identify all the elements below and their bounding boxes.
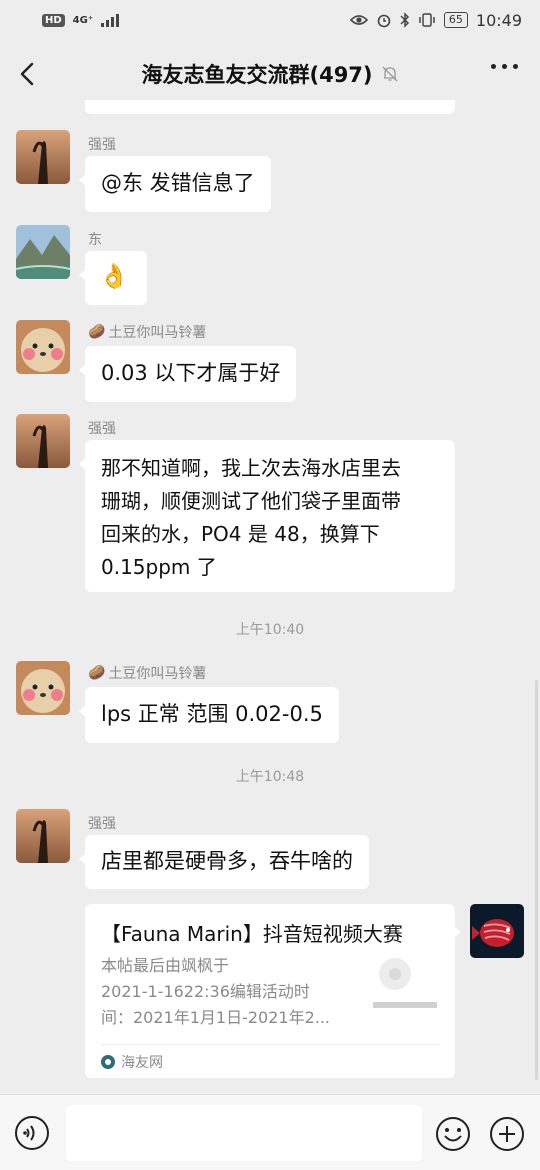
mute-bell-icon bbox=[382, 66, 397, 82]
battery-indicator: 65 bbox=[443, 12, 468, 28]
timestamp: 上午10:48 bbox=[235, 769, 305, 785]
plus-icon[interactable] bbox=[488, 1115, 526, 1153]
scrollbar[interactable] bbox=[535, 680, 538, 1080]
avatar-qiangqiang[interactable] bbox=[16, 809, 70, 863]
message-bubble[interactable]: 那不知道啊，我上次去海水店里去 珊瑚，顺便测试了他们袋子里面带 回来的水，PO4… bbox=[79, 440, 455, 592]
clock: 10:49 bbox=[475, 10, 522, 30]
status-bar: HD 4G⁺ 65 10:49 bbox=[0, 0, 540, 40]
status-right: 65 10:49 bbox=[349, 10, 522, 30]
source-logo-icon bbox=[101, 1055, 115, 1069]
avatar-qiangqiang[interactable] bbox=[16, 130, 70, 184]
card-desc-line: 间：2021年1月1日-2021年2... bbox=[101, 1008, 331, 1027]
card-title: 【Fauna Marin】抖音短视频大赛 bbox=[101, 922, 403, 946]
avatar-qiangqiang[interactable] bbox=[16, 414, 70, 468]
previous-message-tail bbox=[85, 100, 455, 114]
card-desc-line: 本帖最后由飒枫于 bbox=[101, 956, 230, 975]
message-bubble[interactable]: @东 发错信息了 bbox=[79, 156, 271, 212]
bluetooth-icon bbox=[400, 12, 409, 28]
source-name: 海友网 bbox=[121, 1055, 163, 1071]
message-bubble[interactable]: lps 正常 范围 0.02-0.5 bbox=[79, 687, 339, 743]
signal-icon bbox=[101, 13, 120, 27]
card-desc-line: 2021-1-1622:36编辑活动时 bbox=[101, 982, 310, 1001]
chat-header: 海友志鱼友交流群(497) bbox=[0, 40, 540, 108]
message-bubble[interactable]: 0.03 以下才属于好 bbox=[78, 346, 297, 402]
link-card[interactable]: 【Fauna Marin】抖音短视频大赛 本帖最后由飒枫于 2021-1-162… bbox=[85, 904, 461, 1078]
message-line: 珊瑚，顺便测试了他们袋子里面带 bbox=[101, 489, 401, 513]
message-line: 0.15ppm 了 bbox=[101, 555, 217, 579]
message-line: 回来的水，PO4 是 48，换算下 bbox=[101, 522, 380, 546]
input-bar bbox=[0, 1094, 540, 1170]
potato-icon: 🥔 bbox=[88, 324, 106, 340]
sender-name: 东 bbox=[88, 232, 102, 248]
sender-name: 🥔 土豆你叫马铃薯 bbox=[88, 322, 206, 342]
avatar-dong[interactable] bbox=[16, 225, 70, 279]
voice-icon[interactable] bbox=[14, 1115, 50, 1151]
hd-badge: HD bbox=[42, 13, 65, 27]
avatar-self[interactable] bbox=[470, 904, 524, 958]
avatar-tudou[interactable] bbox=[16, 661, 70, 715]
card-divider bbox=[101, 1044, 439, 1045]
card-description: 本帖最后由飒枫于 2021-1-1622:36编辑活动时 间：2021年1月1日… bbox=[101, 953, 351, 1031]
card-thumbnail bbox=[373, 952, 437, 1016]
card-source: 海友网 bbox=[101, 1052, 163, 1072]
title-wrap[interactable]: 海友志鱼友交流群(497) bbox=[141, 59, 398, 89]
back-chevron-icon[interactable] bbox=[14, 58, 42, 90]
potato-icon: 🥔 bbox=[88, 665, 106, 681]
network-type: 4G⁺ bbox=[72, 14, 94, 26]
message-input[interactable] bbox=[66, 1105, 422, 1161]
chat-title: 海友志鱼友交流群(497) bbox=[141, 63, 373, 87]
sender-name: 🥔 土豆你叫马铃薯 bbox=[88, 663, 206, 683]
sender-name-text: 土豆你叫马铃薯 bbox=[108, 325, 207, 341]
alarm-icon bbox=[377, 14, 391, 28]
sender-name: 强强 bbox=[88, 421, 116, 437]
message-bubble[interactable]: 店里都是硬骨多，吞牛啥的 bbox=[79, 835, 369, 889]
avatar-tudou[interactable] bbox=[16, 320, 70, 374]
sender-name: 强强 bbox=[88, 816, 116, 832]
sender-name-text: 土豆你叫马铃薯 bbox=[108, 666, 207, 682]
more-dots-icon[interactable] bbox=[491, 64, 518, 69]
vibrate-icon bbox=[419, 13, 435, 27]
message-line: 那不知道啊，我上次去海水店里去 bbox=[101, 456, 401, 480]
status-left: HD 4G⁺ bbox=[42, 13, 120, 27]
eye-icon bbox=[349, 15, 368, 25]
message-bubble[interactable]: 👌 bbox=[79, 251, 147, 305]
emoji-icon[interactable] bbox=[434, 1115, 472, 1153]
timestamp: 上午10:40 bbox=[235, 622, 305, 638]
sender-name: 强强 bbox=[88, 137, 116, 153]
